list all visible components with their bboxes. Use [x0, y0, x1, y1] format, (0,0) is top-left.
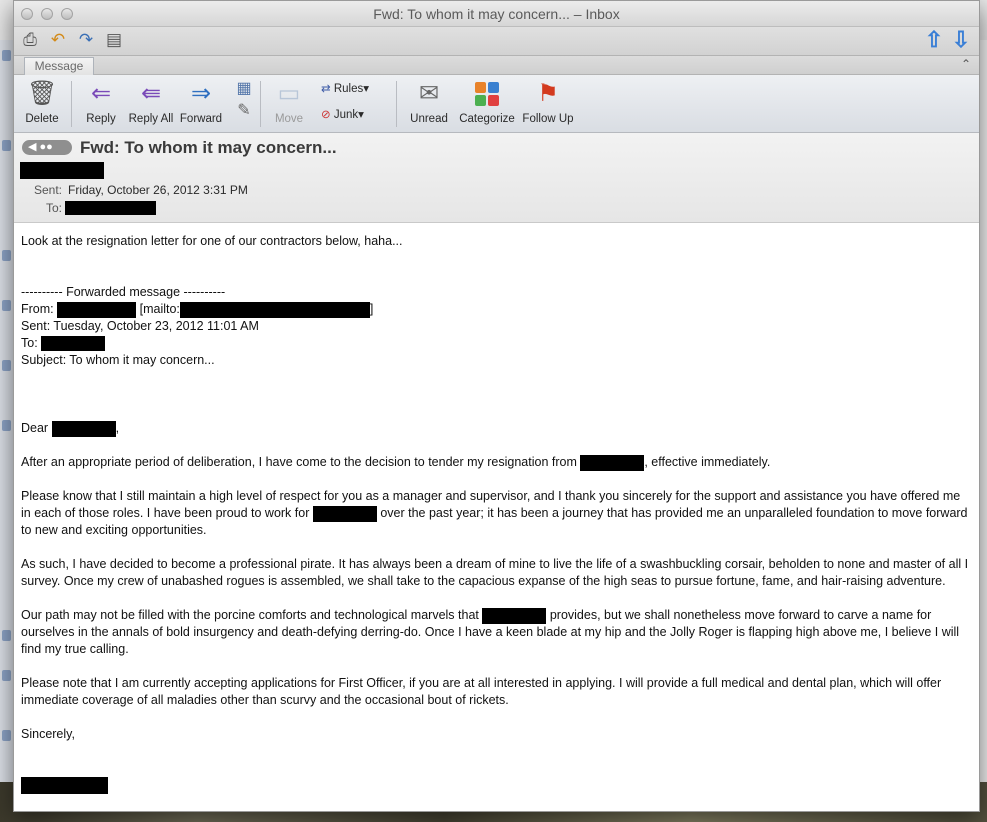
calendar-icon: ▦	[236, 80, 252, 97]
forward-icon: ⇒	[190, 80, 212, 107]
paragraph-1: After an appropriate period of deliberat…	[21, 454, 771, 471]
categorize-icon	[472, 79, 502, 109]
window-title: Fwd: To whom it may concern... – Inbox	[373, 6, 620, 22]
forward-divider: ---------- Forwarded message ----------	[21, 285, 226, 299]
envelope-icon: ✉	[418, 80, 440, 107]
redacted-sender	[20, 162, 104, 179]
unread-button[interactable]: ✉ Unread	[407, 79, 451, 125]
reply-all-button[interactable]: ⇚ Reply All	[126, 79, 176, 125]
ribbon-separator	[396, 81, 397, 127]
junk-button[interactable]: ⊘ Junk▾	[321, 107, 364, 121]
redo-icon[interactable]: ↷	[75, 30, 97, 50]
print-icon[interactable]: ⎙	[19, 30, 41, 50]
message-body: Look at the resignation letter for one o…	[14, 224, 979, 810]
reply-all-icon: ⇚	[140, 80, 162, 107]
paragraph-2: Please know that I still maintain a high…	[21, 489, 968, 537]
ribbon-separator	[260, 81, 261, 127]
salutation: Dear ,	[21, 420, 120, 437]
reply-icon: ⇐	[90, 80, 112, 107]
ribbon: 🗑 Delete ⇐ Reply ⇚ Reply All ⇒ Forward ▦…	[14, 75, 979, 133]
forwarded-subject-line: Subject: To whom it may concern...	[21, 353, 215, 367]
ribbon-tab-bar: Message ⌃	[14, 55, 979, 75]
flag-icon: ⚑	[537, 80, 559, 107]
redacted-company	[312, 505, 377, 522]
redacted-company	[482, 607, 547, 624]
rules-button[interactable]: ⇄ Rules▾	[321, 81, 369, 95]
forwarded-to-line: To:	[21, 335, 973, 352]
meeting-button[interactable]: ▦ ✎	[229, 79, 255, 125]
intro-line: Look at the resignation letter for one o…	[21, 234, 403, 248]
follow-up-button[interactable]: ⚑ Follow Up	[522, 79, 574, 125]
redacted-from-name	[57, 301, 137, 318]
format-icon[interactable]: ▤	[103, 30, 125, 50]
ribbon-separator	[71, 81, 72, 127]
redacted-signature	[21, 777, 108, 794]
move-button[interactable]: ▭ Move	[267, 79, 311, 125]
tab-message[interactable]: Message	[24, 57, 94, 75]
previous-message-arrow-icon[interactable]: ⇧	[923, 28, 945, 52]
quick-access-toolbar: ⎙ ↶ ↷ ▤ ⇧ ⇩	[14, 27, 979, 55]
title-bar: Fwd: To whom it may concern... – Inbox	[14, 1, 979, 27]
move-folder-icon: ▭	[277, 80, 301, 107]
categorize-button[interactable]: Categorize	[458, 79, 516, 125]
forwarded-sent-line: Sent: Tuesday, October 23, 2012 11:01 AM	[21, 319, 259, 333]
attachment-icon: ✎	[237, 102, 251, 119]
paragraph-4: Our path may not be filled with the porc…	[21, 607, 960, 656]
paragraph-5: Please note that I am currently acceptin…	[21, 676, 942, 707]
redacted-company	[580, 454, 645, 471]
from-line: From: [mailto:]	[21, 301, 374, 318]
redacted-forwarded-to	[41, 336, 106, 352]
junk-icon: ⊘	[321, 109, 331, 121]
sent-label: Sent:	[33, 183, 62, 197]
redacted-recipient	[65, 201, 156, 215]
next-message-arrow-icon[interactable]: ⇩	[950, 28, 972, 52]
paragraph-3: As such, I have decided to become a prof…	[21, 557, 969, 588]
to-label: To:	[45, 201, 62, 215]
closing: Sincerely,	[21, 727, 75, 741]
message-window: Fwd: To whom it may concern... – Inbox ⎙…	[13, 0, 980, 812]
reply-button[interactable]: ⇐ Reply	[80, 79, 122, 125]
rules-icon: ⇄	[321, 83, 331, 95]
message-subject: Fwd: To whom it may concern...	[80, 138, 337, 157]
redacted-from-email	[179, 301, 370, 318]
sent-value: Friday, October 26, 2012 3:31 PM	[68, 183, 248, 197]
background-right-edge	[979, 40, 987, 810]
undo-icon[interactable]: ↶	[47, 30, 69, 50]
message-header: ◀ ●● Fwd: To whom it may concern... Sent…	[14, 133, 979, 223]
background-sidebar	[0, 40, 14, 810]
navigation-pill[interactable]: ◀ ●●	[22, 140, 72, 155]
redacted-recipient-name	[51, 420, 116, 437]
forward-button[interactable]: ⇒ Forward	[179, 79, 223, 125]
delete-button[interactable]: 🗑 Delete	[22, 79, 62, 125]
trash-icon: 🗑	[27, 80, 58, 107]
ribbon-collapse-icon[interactable]: ⌃	[961, 57, 971, 71]
